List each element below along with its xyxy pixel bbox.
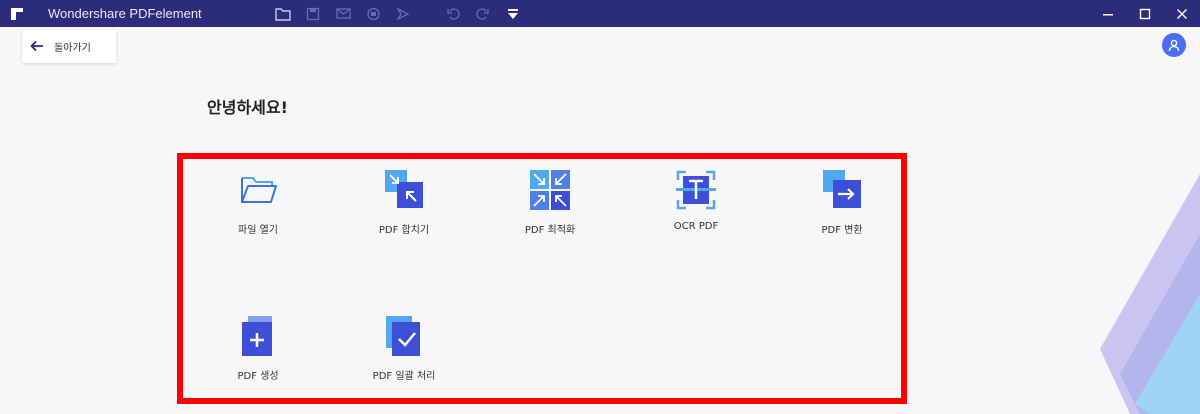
tool-optimize-pdf[interactable]: PDF 최적화	[495, 168, 605, 236]
window-controls	[1089, 0, 1200, 27]
print-icon[interactable]	[358, 0, 388, 27]
title-bar: Wondershare PDFelement	[0, 0, 1200, 27]
create-pdf-icon	[242, 316, 272, 356]
maximize-icon[interactable]	[1126, 0, 1163, 27]
folder-icon[interactable]	[268, 0, 298, 27]
redo-icon[interactable]	[468, 0, 498, 27]
tool-label: PDF 일괄 처리	[372, 371, 436, 382]
tool-label: PDF 합치기	[378, 225, 430, 236]
minimize-icon[interactable]	[1089, 0, 1126, 27]
tool-convert-pdf[interactable]: PDF 변환	[787, 168, 897, 236]
quick-toolbar	[268, 0, 528, 27]
greeting-heading: 안녕하세요!	[207, 98, 288, 117]
tool-batch-pdf[interactable]: PDF 일괄 처리	[349, 314, 459, 382]
ocr-pdf-icon	[676, 170, 716, 210]
tool-label: PDF 변환	[821, 225, 863, 236]
tool-ocr-pdf[interactable]: OCR PDF	[641, 168, 751, 232]
app-logo-icon	[6, 0, 28, 27]
tool-create-pdf[interactable]: PDF 생성	[203, 314, 313, 382]
close-icon[interactable]	[1163, 0, 1200, 27]
undo-icon[interactable]	[438, 0, 468, 27]
back-button[interactable]: 돌아가기	[22, 30, 116, 63]
save-icon[interactable]	[298, 0, 328, 27]
open-folder-icon	[241, 177, 277, 203]
user-avatar-icon[interactable]	[1162, 33, 1186, 57]
tool-label: PDF 최적화	[524, 225, 576, 236]
combine-pdf-icon	[385, 170, 423, 208]
tool-open-file[interactable]: 파일 열기	[203, 168, 313, 236]
tool-label: 파일 열기	[238, 225, 278, 236]
arrow-left-icon	[30, 37, 44, 56]
decorative-sheets	[1100, 174, 1200, 414]
tool-combine-pdf[interactable]: PDF 합치기	[349, 168, 459, 236]
tool-label: OCR PDF	[673, 221, 719, 232]
mail-icon[interactable]	[328, 0, 358, 27]
convert-pdf-icon	[823, 170, 861, 208]
cursor-icon[interactable]	[388, 0, 418, 27]
batch-pdf-icon	[386, 316, 420, 356]
tool-label: PDF 생성	[237, 371, 279, 382]
optimize-pdf-icon	[530, 170, 570, 210]
dropdown-icon[interactable]	[498, 0, 528, 27]
back-label: 돌아가기	[54, 43, 91, 54]
app-title: Wondershare PDFelement	[48, 6, 202, 21]
